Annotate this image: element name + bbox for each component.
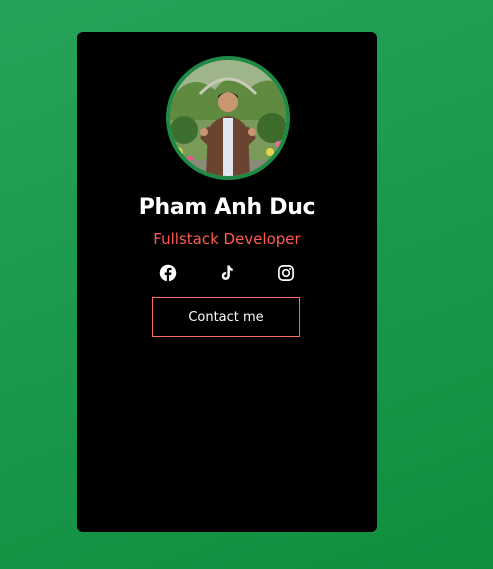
tiktok-icon bbox=[221, 265, 233, 280]
instagram-link[interactable] bbox=[277, 264, 295, 282]
instagram-icon bbox=[278, 265, 294, 281]
profile-role: Fullstack Developer bbox=[153, 230, 301, 248]
avatar bbox=[166, 56, 290, 180]
profile-name: Pham Anh Duc bbox=[138, 195, 316, 220]
tiktok-link[interactable] bbox=[218, 264, 236, 282]
contact-me-button[interactable]: Contact me bbox=[152, 297, 300, 337]
profile-card: Pham Anh Duc Fullstack Developer Contact… bbox=[77, 32, 377, 532]
facebook-link[interactable] bbox=[159, 264, 177, 282]
profile-photo bbox=[170, 60, 286, 176]
social-links bbox=[77, 264, 377, 284]
facebook-icon bbox=[159, 264, 177, 282]
